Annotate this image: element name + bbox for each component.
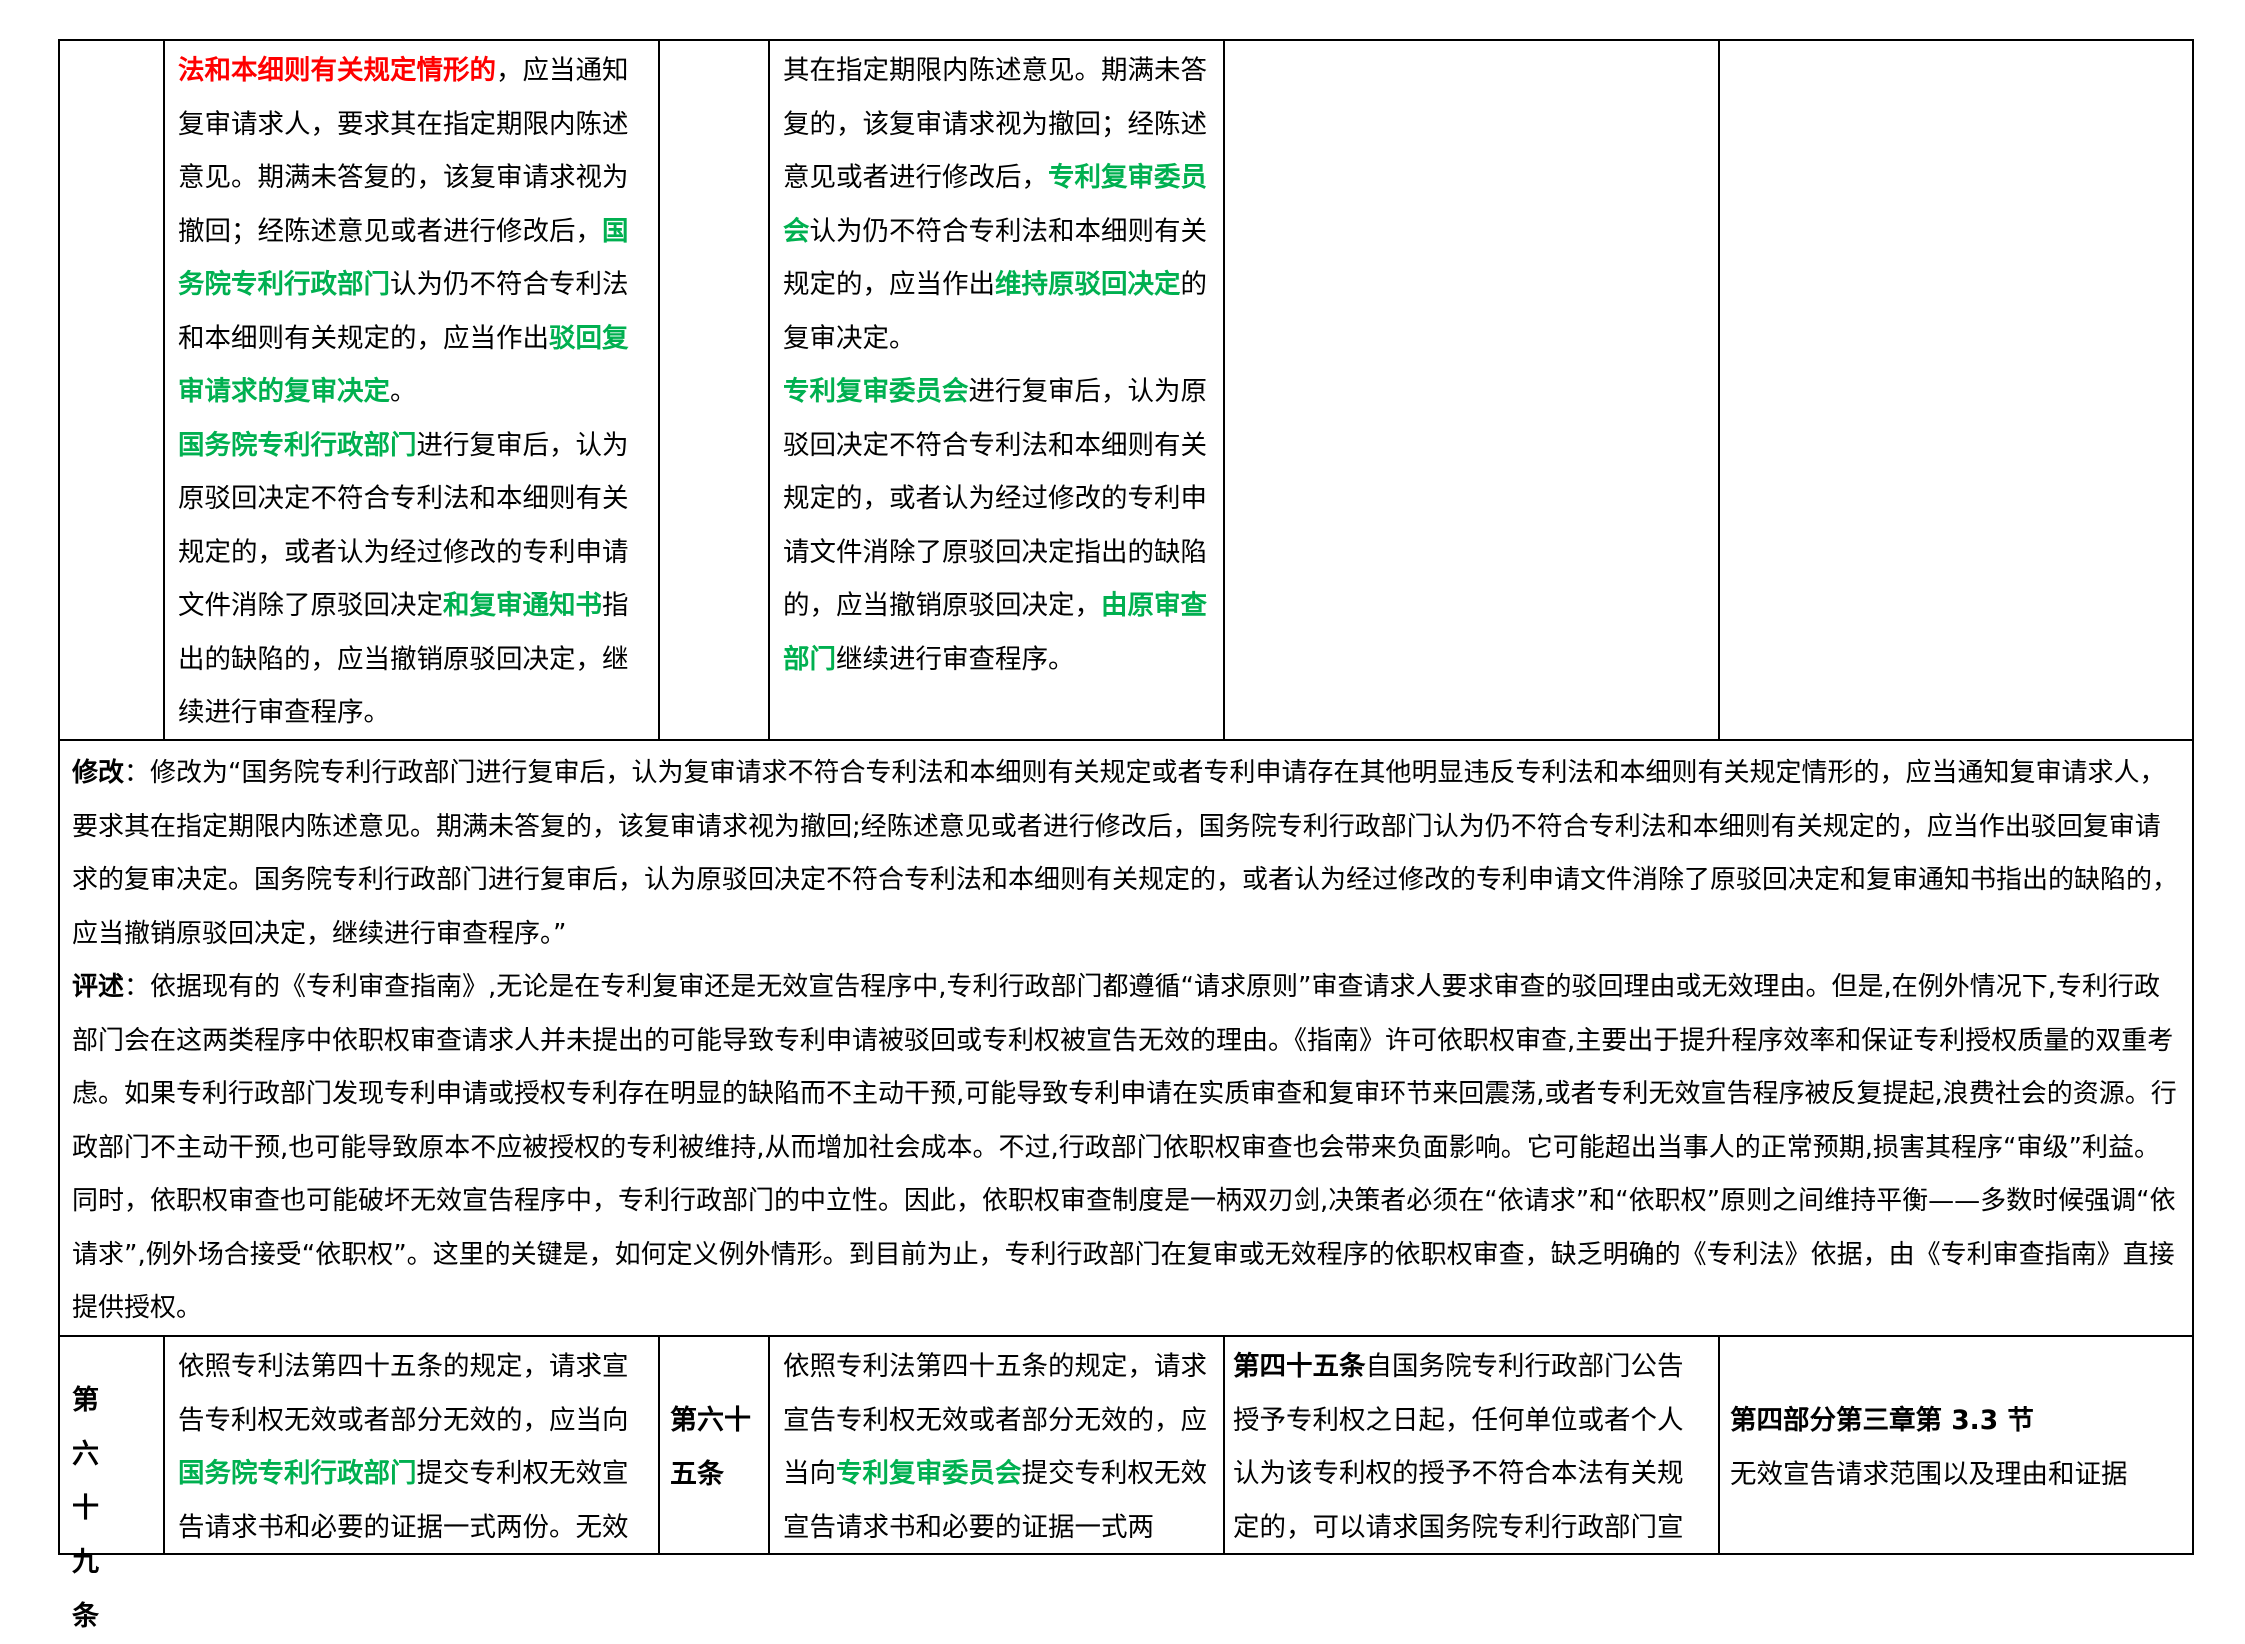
bottom-cell-current-text: 依照专利法第四十五条的规定，请求宣告专利权无效或者部分无效的，应当向专利复审委员… bbox=[783, 1340, 1213, 1554]
guideline-section-text: 无效宣告请求范围以及理由和证据 bbox=[1730, 1458, 2128, 1490]
col-divider-1b bbox=[163, 1335, 165, 1555]
highlight-green-text: 专利复审委员会 bbox=[783, 376, 969, 407]
table-left-border bbox=[58, 39, 60, 1555]
col-divider-2b bbox=[658, 1335, 660, 1555]
body-text: 。 bbox=[390, 376, 417, 407]
col-divider-2 bbox=[658, 39, 660, 740]
col-divider-4b bbox=[1223, 1335, 1225, 1555]
highlight-green-text: 和复审通知书 bbox=[443, 590, 602, 621]
bottom-cell-draft-text: 依照专利法第四十五条的规定，请求宣告专利权无效或者部分无效的，应当向国务院专利行… bbox=[178, 1340, 648, 1554]
col-divider-5 bbox=[1718, 39, 1720, 740]
highlight-green-text: 国务院专利行政部门 bbox=[178, 429, 417, 461]
col-divider-4 bbox=[1223, 39, 1225, 740]
comment-label: 评述 bbox=[72, 972, 125, 1002]
bottom-cell-guideline: 第四部分第三章第 3.3 节 无效宣告请求范围以及理由和证据 bbox=[1730, 1394, 2185, 1501]
col-divider-3 bbox=[768, 39, 770, 740]
highlight-green-text: 国务院专利行政部门 bbox=[178, 1458, 417, 1489]
commentary-cell: 修改：修改为“国务院专利行政部门进行复审后，认为复审请求不符合专利法和本细则有关… bbox=[72, 747, 2184, 1336]
table-right-border bbox=[2192, 39, 2194, 1555]
highlight-red-text: 法和本细则有关规定情形的 bbox=[178, 55, 496, 86]
bold-text: 第四十五条 bbox=[1233, 1351, 1366, 1382]
col-divider-1 bbox=[163, 39, 165, 740]
article-65-label: 第六十五条 bbox=[670, 1394, 758, 1502]
highlight-green-text: 维持原驳回决定 bbox=[995, 269, 1181, 300]
bottom-cell-law-text: 第四十五条自国务院专利行政部门公告授予专利权之日起，任何单位或者个人认为该专利权… bbox=[1233, 1340, 1709, 1554]
article-65-text: 第六十五条 bbox=[670, 1405, 751, 1490]
highlight-green-text: 专利复审委员会 bbox=[836, 1458, 1022, 1489]
article-69-text: 第六十九条 bbox=[72, 1385, 121, 1632]
body-text: 依照专利法第四十五条的规定，请求宣告专利权无效或者部分无效的，应当向 bbox=[178, 1351, 629, 1436]
body-text: 进行复审后，认为原驳回决定不符合专利法和本细则有关规定的，或者认为经过修改的专利… bbox=[783, 376, 1207, 621]
table-top-border bbox=[58, 39, 2194, 41]
modify-paragraph: 修改：修改为“国务院专利行政部门进行复审后，认为复审请求不符合专利法和本细则有关… bbox=[72, 747, 2184, 961]
col-divider-5b bbox=[1718, 1335, 1720, 1555]
body-text: 继续进行审查程序。 bbox=[836, 643, 1075, 675]
document-page: { "colors": {"red": "#ff0000", "green": … bbox=[0, 0, 2245, 1632]
top-cell-draft-text: 法和本细则有关规定情形的，应当通知复审请求人，要求其在指定期限内陈述意见。期满未… bbox=[178, 44, 648, 740]
modify-text: ：修改为“国务院专利行政部门进行复审后，认为复审请求不符合专利法和本细则有关规定… bbox=[72, 758, 2179, 949]
comment-text: ：依据现有的《专利审查指南》,无论是在专利复审还是无效宣告程序中,专利行政部门都… bbox=[72, 972, 2177, 1323]
col-divider-3b bbox=[768, 1335, 770, 1555]
modify-label: 修改 bbox=[72, 758, 125, 788]
top-cell-current-text: 其在指定期限内陈述意见。期满未答复的，该复审请求视为撤回；经陈述意见或者进行修改… bbox=[783, 44, 1213, 686]
comment-paragraph: 评述：依据现有的《专利审查指南》,无论是在专利复审还是无效宣告程序中,专利行政部… bbox=[72, 961, 2184, 1336]
article-69-label: 第六十九条 bbox=[72, 1374, 152, 1644]
guideline-section-title: 第四部分第三章第 3.3 节 bbox=[1730, 1405, 2034, 1436]
